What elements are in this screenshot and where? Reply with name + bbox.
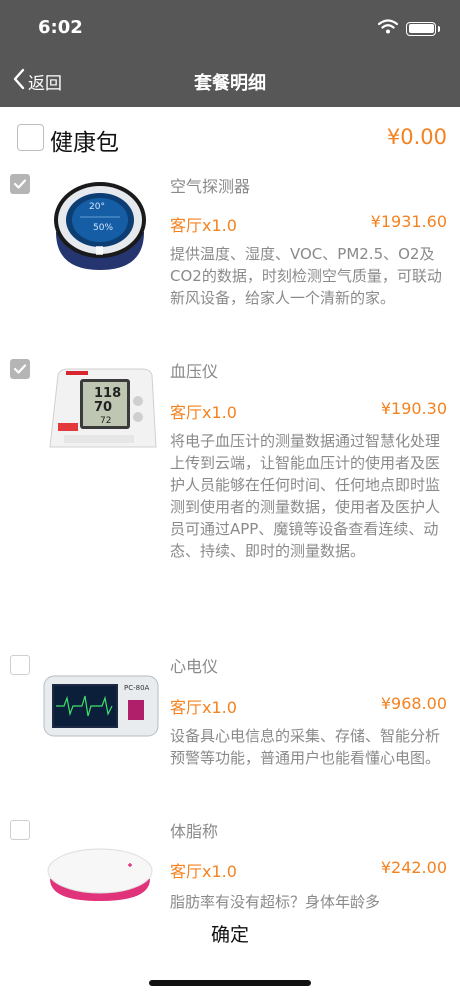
item-checkbox[interactable] xyxy=(10,359,30,379)
checkmark-icon xyxy=(13,364,27,374)
svg-text:20°: 20° xyxy=(89,202,105,212)
item-description: 提供温度、湿度、VOC、PM2.5、O2及CO2的数据，时刻检测空气质量，可联动… xyxy=(170,245,442,307)
header-bar: 6:02 返回 套餐明细 xyxy=(0,0,460,107)
item-room-quantity: 客厅x1.0 xyxy=(170,698,237,717)
item-name: 体脂称 xyxy=(170,822,219,841)
item-description: 设备具心电信息的采集、存储、智能分析预警等功能，普通用户也能看懂心电图。 xyxy=(170,727,441,767)
list-item: 20° 50% 空气探测器 客厅x1.0 ¥1931.60 提供温度、湿度、VO… xyxy=(0,170,460,340)
status-icons xyxy=(377,19,440,38)
list-item: 118 70 72 血压仪 客厅x1.0 ¥190.30 将电子血压计的测量数据… xyxy=(0,355,460,605)
item-checkbox[interactable] xyxy=(10,820,30,840)
product-image-air-detector: 20° 50% xyxy=(42,180,160,272)
item-name: 血压仪 xyxy=(170,362,219,381)
item-checkbox[interactable] xyxy=(10,174,30,194)
checkmark-icon xyxy=(13,179,27,189)
confirm-button[interactable]: 确定 xyxy=(0,920,460,960)
item-description: 脂肪率有没有超标？身体年龄多 xyxy=(170,893,381,911)
list-item: 体脂称 客厅x1.0 ¥242.00 脂肪率有没有超标？身体年龄多 xyxy=(0,815,460,915)
page-title: 套餐明细 xyxy=(194,73,266,94)
item-checkbox[interactable] xyxy=(10,655,30,675)
item-price: ¥1931.60 xyxy=(370,212,447,231)
svg-text:70: 70 xyxy=(94,400,112,415)
item-name: 空气探测器 xyxy=(170,177,251,196)
svg-text:PC-80A: PC-80A xyxy=(124,684,150,692)
svg-text:118: 118 xyxy=(94,386,121,401)
item-description: 将电子血压计的测量数据通过智慧化处理上传到云端，让智能血压计的使用者及医护人员能… xyxy=(170,432,441,560)
list-item: PC-80A 心电仪 客厅x1.0 ¥968.00 设备具心电信息的采集、存储、… xyxy=(0,650,460,800)
svg-text:72: 72 xyxy=(100,416,111,426)
package-row: 健康包 ¥0.00 xyxy=(0,107,460,165)
svg-text:50%: 50% xyxy=(93,223,113,233)
item-price: ¥190.30 xyxy=(380,399,447,418)
battery-icon xyxy=(406,21,440,36)
item-room-quantity: 客厅x1.0 xyxy=(170,403,237,422)
home-indicator xyxy=(149,980,311,986)
status-time: 6:02 xyxy=(38,17,83,38)
item-price: ¥968.00 xyxy=(380,694,447,713)
wifi-icon xyxy=(377,19,399,38)
product-image-body-fat-scale xyxy=(42,843,160,903)
item-room-quantity: 客厅x1.0 xyxy=(170,862,237,881)
package-checkbox[interactable] xyxy=(17,124,44,151)
product-image-blood-pressure-monitor: 118 70 72 xyxy=(42,361,160,451)
status-bar: 6:02 xyxy=(0,0,460,54)
item-name: 心电仪 xyxy=(170,657,219,676)
package-name: 健康包 xyxy=(50,130,119,156)
item-room-quantity: 客厅x1.0 xyxy=(170,216,237,235)
product-image-ecg-monitor: PC-80A xyxy=(42,674,160,738)
item-price: ¥242.00 xyxy=(380,858,447,877)
package-price: ¥0.00 xyxy=(386,125,447,149)
